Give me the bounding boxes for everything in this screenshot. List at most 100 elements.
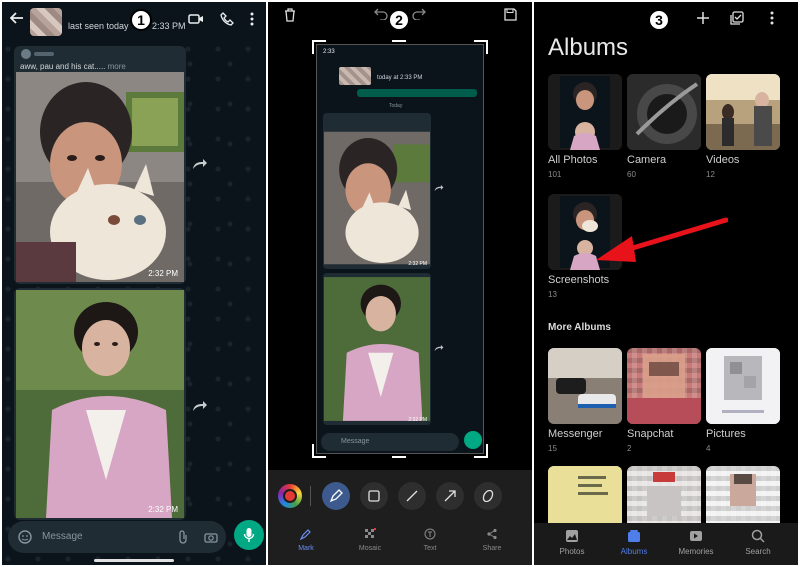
preview-photo-boy-pink-jacket xyxy=(324,277,430,421)
album-thumb-messenger[interactable] xyxy=(548,348,622,424)
message-input-bar[interactable]: Message xyxy=(8,521,226,553)
line-tool-button[interactable] xyxy=(398,482,426,510)
arrow-tool-button[interactable] xyxy=(436,482,464,510)
ellipse-tool-button[interactable] xyxy=(474,482,502,510)
text-icon xyxy=(424,528,436,540)
rectangle-tool-button[interactable] xyxy=(360,482,388,510)
contact-status: last seen today xyxy=(68,21,129,31)
album-count: 60 xyxy=(627,170,636,179)
back-arrow-icon[interactable] xyxy=(10,11,24,25)
whatsapp-chat-panel: last seen today 2:33 PM 1 aww, pau and h… xyxy=(2,2,266,565)
crop-handle-bottom-left[interactable] xyxy=(312,444,326,458)
video-call-icon[interactable] xyxy=(188,12,204,26)
crop-handle-top-right[interactable] xyxy=(474,40,488,54)
menu-kebab-icon[interactable] xyxy=(250,12,254,26)
preview-avatar-blurred xyxy=(339,67,371,85)
select-icon[interactable] xyxy=(730,11,744,25)
image-message-2[interactable]: 2:32 PM xyxy=(14,288,186,520)
color-picker-button[interactable] xyxy=(278,484,302,508)
preview-date-divider: Today xyxy=(389,103,403,109)
undo-icon[interactable] xyxy=(374,8,388,20)
crop-handle-top[interactable] xyxy=(392,40,406,42)
album-name[interactable]: Pictures xyxy=(706,428,746,440)
forward-icon xyxy=(434,344,444,352)
album-thumb-partial-2[interactable] xyxy=(627,466,701,523)
albums-icon xyxy=(628,530,640,542)
tab-text[interactable]: Text xyxy=(410,528,450,552)
tab-text-label: Text xyxy=(423,545,437,552)
selected-color-swatch xyxy=(285,491,295,501)
step-badge-2: 2 xyxy=(388,9,410,31)
tab-share[interactable]: Share xyxy=(472,528,512,552)
editor-toolbar: Mark Mosaic Text Share xyxy=(268,470,532,565)
tab-mosaic-label: Mosaic xyxy=(358,545,382,552)
contact-status-time: 2:33 PM xyxy=(152,21,186,31)
nav-photos[interactable]: Photos xyxy=(542,529,602,556)
nav-albums-label: Albums xyxy=(620,547,648,556)
preview-input-placeholder: Message xyxy=(341,438,370,445)
voice-record-button[interactable] xyxy=(234,520,264,550)
preview-contact-status: today at 2:33 PM xyxy=(377,75,423,81)
pen-tool-button[interactable] xyxy=(322,482,350,510)
camera-icon[interactable] xyxy=(204,531,218,543)
step-badge-3: 3 xyxy=(648,9,670,31)
save-icon[interactable] xyxy=(504,8,517,21)
album-name[interactable]: Snapchat xyxy=(627,428,673,440)
crop-handle-bottom-right[interactable] xyxy=(474,444,488,458)
album-cover-note xyxy=(548,466,622,523)
add-icon[interactable] xyxy=(696,11,710,25)
album-thumb-camera[interactable] xyxy=(627,74,701,150)
pen-icon xyxy=(329,489,343,503)
memories-icon xyxy=(690,531,702,541)
album-cover-messenger xyxy=(548,348,622,424)
photo-boy-pink-jacket[interactable]: 2:32 PM xyxy=(16,290,184,518)
album-count: 13 xyxy=(548,290,557,299)
crop-handle-bottom[interactable] xyxy=(392,456,406,458)
contact-avatar-blurred[interactable] xyxy=(30,8,62,36)
attach-icon[interactable] xyxy=(178,530,188,544)
forward-icon[interactable] xyxy=(192,158,208,170)
read-more-link[interactable]: more xyxy=(108,62,126,71)
nav-albums[interactable]: Albums xyxy=(604,529,664,556)
album-name[interactable]: Screenshots xyxy=(548,274,609,286)
nav-memories[interactable]: Memories xyxy=(666,529,726,556)
delete-icon[interactable] xyxy=(284,8,296,22)
voice-call-icon[interactable] xyxy=(220,12,234,26)
red-annotation-arrow-icon xyxy=(596,217,728,262)
more-albums-heading: More Albums xyxy=(548,322,611,333)
crop-handle-top-left[interactable] xyxy=(312,40,326,54)
page-title: Albums xyxy=(548,34,629,61)
album-thumb-videos[interactable] xyxy=(706,74,780,150)
message-input[interactable]: Message xyxy=(42,531,83,542)
redo-icon[interactable] xyxy=(412,8,426,20)
mosaic-icon xyxy=(365,527,377,538)
album-thumb-partial-3[interactable] xyxy=(706,466,780,523)
album-thumb-pictures[interactable] xyxy=(706,348,780,424)
album-name[interactable]: All Photos xyxy=(548,154,598,166)
album-thumb-all-photos[interactable] xyxy=(548,74,622,150)
gallery-albums-panel: 3 Albums All Photos 101 Camera 60 Videos… xyxy=(534,2,798,565)
album-cover-all-photos xyxy=(548,74,622,150)
preview-message-input: Message xyxy=(321,433,459,451)
arrow-icon xyxy=(444,490,456,502)
sticker-icon[interactable] xyxy=(18,530,32,544)
preview-photo-boy-with-cat xyxy=(324,131,430,265)
more-options-icon[interactable] xyxy=(770,11,774,25)
quoted-message: aww, pau and his cat..... more xyxy=(20,62,126,71)
photos-icon xyxy=(566,530,578,542)
preview-time-2: 2:32 PM xyxy=(408,417,427,423)
share-icon xyxy=(487,528,497,540)
tab-mark[interactable]: Mark xyxy=(286,528,326,552)
photo-boy-with-cat[interactable]: 2:32 PM xyxy=(16,72,184,282)
album-name[interactable]: Camera xyxy=(627,154,666,166)
nav-search[interactable]: Search xyxy=(728,529,788,556)
album-thumb-partial-1[interactable] xyxy=(548,466,622,523)
preview-outgoing-message xyxy=(357,89,477,97)
album-thumb-snapchat[interactable] xyxy=(627,348,701,424)
screenshot-preview[interactable]: 2:33 today at 2:33 PM Today 2:32 PM 2:32… xyxy=(316,44,484,454)
image-message-1[interactable]: aww, pau and his cat..... more 2:32 PM xyxy=(14,46,186,284)
forward-icon[interactable] xyxy=(192,400,208,412)
tab-mosaic[interactable]: Mosaic xyxy=(350,527,390,552)
album-name[interactable]: Messenger xyxy=(548,428,602,440)
album-name[interactable]: Videos xyxy=(706,154,739,166)
